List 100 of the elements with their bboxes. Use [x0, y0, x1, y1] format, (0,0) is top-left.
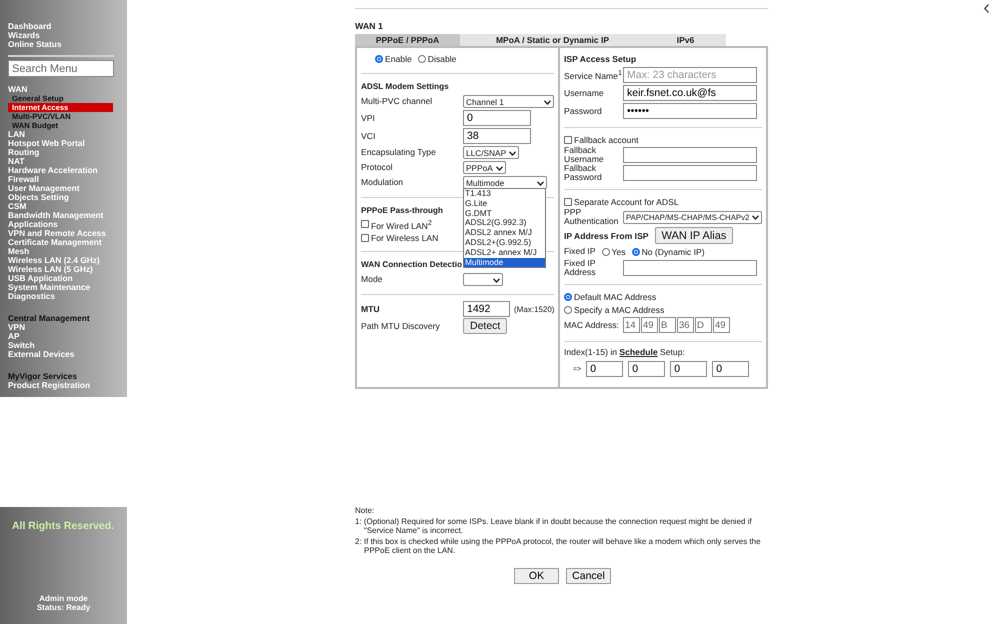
dropdown-option[interactable]: ADSL2 annex M/J [464, 228, 545, 238]
text-field[interactable]: keir.fsnet.co.uk@fs [623, 85, 757, 101]
text-field[interactable]: 49 [713, 317, 730, 333]
section-title: WAN 1 [355, 21, 384, 31]
menu-item[interactable]: Applications [8, 220, 58, 229]
dropdown-option[interactable]: G.Lite [464, 198, 545, 209]
field-label: Multi-PVC channel [361, 97, 434, 106]
checkbox-option[interactable]: For Wired LAN$^{2}$ [361, 218, 432, 230]
menu-item[interactable]: LAN [8, 130, 26, 139]
radio-option[interactable]: Default MAC Address [564, 292, 656, 302]
text-field[interactable]: •••••• [623, 103, 757, 119]
text-field[interactable]: 0 [463, 110, 531, 126]
radio-option[interactable]: Enable [375, 54, 412, 64]
field-label: VCI [361, 132, 376, 140]
menu-item[interactable]: External Devices [8, 350, 74, 359]
text-field[interactable]: 38 [463, 128, 531, 144]
field-label: Fixed IP Address [564, 259, 597, 277]
menu-heading: Central Management [8, 314, 90, 323]
tab[interactable]: PPPoE / PPPoA [355, 34, 460, 46]
section-heading: WAN Connection Detectio [361, 260, 462, 269]
text-field[interactable]: B [659, 317, 676, 333]
note-text: 1: (Optional) Required for some ISPs. Leave blank if in doubt because the connection request might be denied if "Service Name" is incorrect. [355, 517, 753, 535]
field-label: Path MTU Discovery [361, 322, 441, 330]
copyright-text: All Rights Reserved. [12, 520, 114, 532]
mode-text: Admin mode [39, 594, 88, 603]
menu-item[interactable]: Dashboard [8, 22, 52, 31]
menu-item[interactable]: NAT [8, 157, 24, 166]
dropdown[interactable] [463, 273, 503, 286]
menu-item[interactable]: Diagnostics [8, 292, 56, 301]
search-field[interactable]: Search Menu [8, 60, 114, 77]
button[interactable]: OK [514, 568, 559, 584]
dropdown-option[interactable]: ADSL2+(G.992.5) [464, 238, 545, 248]
text-field[interactable]: D [695, 317, 712, 333]
button[interactable]: WAN IP Alias [654, 227, 734, 244]
dropdown-option[interactable]: ADSL2+ annex M/J [464, 248, 545, 258]
menu-item[interactable]: USB Application [8, 274, 73, 283]
field-label: PPP Authentication [564, 208, 620, 226]
menu-item[interactable]: Wizards [8, 31, 40, 40]
checkbox-option[interactable]: Fallback account [564, 134, 638, 144]
field-label: Fallback Username [564, 146, 605, 164]
menu-item[interactable]: Firewall [8, 175, 39, 184]
radio-option[interactable]: No (Dynamic IP) [632, 246, 705, 256]
button[interactable]: Detect [463, 318, 508, 334]
field-label: Fixed IP [564, 247, 596, 256]
text-field[interactable] [623, 165, 757, 181]
menu-item[interactable]: WAN [8, 85, 28, 94]
note-title: Note: [355, 506, 376, 515]
menu-item[interactable]: Objects Setting [8, 193, 69, 202]
menu-item[interactable]: Routing [8, 148, 40, 157]
menu-item[interactable]: Bandwidth Management [8, 211, 104, 220]
status-text: Status: Ready [36, 603, 90, 612]
text-field[interactable]: 0 [712, 361, 750, 377]
text-field[interactable] [623, 260, 757, 276]
menu-item[interactable]: VPN [8, 323, 26, 332]
text-field[interactable] [623, 147, 757, 163]
menu-item[interactable]: Switch [8, 341, 35, 350]
dropdown[interactable]: Multimode [463, 176, 547, 189]
text-field[interactable]: 14 [623, 317, 640, 333]
dropdown-option[interactable]: T1.413 [464, 189, 545, 199]
field-label: Modulation [361, 178, 404, 187]
button[interactable]: Cancel [566, 568, 611, 584]
text-field[interactable]: Max: 23 characters [623, 67, 757, 83]
dropdown[interactable]: PPPoA [463, 161, 506, 174]
field-label: MAC Address: [564, 320, 620, 330]
menu-item[interactable]: Mesh [8, 247, 30, 256]
dropdown-option[interactable]: G.DMT [464, 208, 545, 218]
menu-item[interactable]: VPN and Remote Access [8, 229, 106, 238]
text-field[interactable]: 0 [628, 361, 666, 377]
dropdown-option[interactable]: ADSL2(G.992.3) [464, 218, 545, 228]
field-label: Username [564, 88, 605, 98]
radio-option[interactable]: Disable [418, 54, 456, 64]
menu-item[interactable]: Certificate Management [8, 238, 102, 247]
text-field[interactable]: 0 [670, 361, 708, 377]
radio-option[interactable]: Specify a MAC Address [564, 304, 664, 314]
checkbox-option[interactable]: For Wireless LAN [361, 232, 438, 242]
menu-item[interactable]: Product Registration [8, 381, 90, 390]
dropdown-option[interactable]: Multimode [464, 258, 545, 268]
tab[interactable]: IPv6 [645, 34, 726, 46]
radio-option[interactable]: Yes [602, 246, 626, 256]
menu-item[interactable]: CSM [8, 202, 26, 211]
menu-item[interactable]: System Maintenance [8, 283, 90, 292]
section-heading: ISP Access Setup [564, 54, 636, 64]
menu-item[interactable]: Online Status [8, 40, 62, 49]
caret-icon [752, 212, 760, 222]
text-field[interactable]: 1492 [463, 301, 510, 317]
dropdown[interactable]: LLC/SNAP [463, 146, 520, 159]
menu-item[interactable]: User Management [8, 184, 80, 193]
field-label: Encapsulating Type [361, 148, 437, 157]
checkbox-option[interactable]: Separate Account for ADSL [564, 196, 679, 206]
text-field[interactable]: 36 [677, 317, 694, 333]
menu-item[interactable]: AP [8, 332, 20, 341]
schedule-link[interactable]: Schedule [619, 347, 658, 357]
dropdown[interactable]: Channel 1 [463, 95, 554, 108]
menu-item[interactable]: Hardware Acceleration [8, 166, 98, 175]
text-field[interactable]: 0 [586, 361, 624, 377]
field-label: VPI [361, 114, 376, 122]
text-field[interactable]: 49 [641, 317, 658, 333]
chevron-left-icon[interactable] [984, 4, 989, 13]
menu-heading: MyVigor Services [8, 372, 78, 381]
tab[interactable]: MPoA / Static or Dynamic IP [460, 34, 645, 46]
